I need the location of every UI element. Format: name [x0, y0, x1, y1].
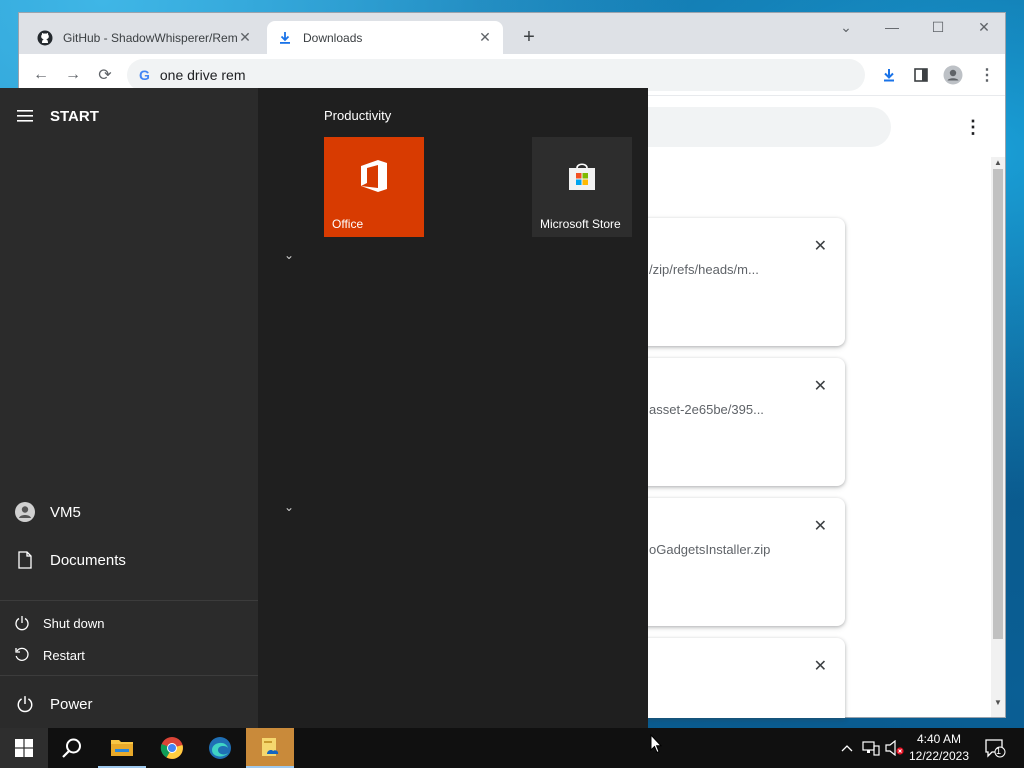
chrome-button[interactable] — [148, 728, 196, 768]
scrollbar-thumb[interactable] — [993, 169, 1003, 639]
chevron-down-icon[interactable]: ⌄ — [284, 500, 294, 514]
address-text: one drive rem — [159, 67, 246, 83]
close-window-button[interactable]: ✕ — [961, 13, 1007, 41]
clock-time: 4:40 AM — [916, 732, 962, 746]
download-filename[interactable]: oGadgetsInstaller.zip — [649, 542, 770, 557]
more-options-icon[interactable]: ⋮ — [963, 117, 983, 137]
close-icon[interactable]: ✕ — [237, 29, 253, 46]
office-icon — [324, 137, 424, 215]
file-explorer-button[interactable] — [98, 728, 146, 768]
microsoft-store-icon — [532, 137, 632, 215]
page-scrollbar[interactable]: ▲ ▼ — [991, 157, 1005, 717]
tab-strip: GitHub - ShadowWhisperer/Rem ✕ Downloads… — [19, 13, 1005, 54]
profile-icon — [943, 65, 963, 85]
tile-label: Microsoft Store — [540, 217, 621, 231]
scroll-down-icon[interactable]: ▼ — [991, 697, 1005, 709]
back-button[interactable]: ← — [29, 63, 53, 87]
action-center-button[interactable]: 1 — [980, 728, 1010, 768]
tab-search-icon[interactable]: ⌄ — [823, 13, 869, 41]
search-button[interactable] — [48, 728, 96, 768]
edge-icon — [209, 737, 231, 759]
download-icon — [884, 69, 894, 82]
close-icon[interactable]: ✕ — [814, 516, 827, 536]
google-icon: G — [139, 67, 150, 83]
clock-date: 12/22/2023 — [908, 749, 970, 763]
profile-button[interactable] — [941, 63, 965, 87]
chevron-up-icon[interactable] — [838, 728, 856, 768]
side-panel-icon — [914, 68, 928, 82]
search-icon — [62, 738, 81, 758]
minimize-button[interactable]: — — [869, 13, 915, 41]
edge-button[interactable] — [196, 728, 244, 768]
file-explorer-icon — [111, 740, 133, 756]
onedrive-setup-button[interactable] — [246, 728, 294, 768]
document-icon — [0, 551, 50, 569]
download-url[interactable]: /zip/refs/heads/m... — [649, 262, 759, 277]
tab-title: GitHub - ShadowWhisperer/Rem — [63, 30, 237, 45]
side-panel-button[interactable] — [909, 63, 933, 87]
user-account-item[interactable]: VM5 — [0, 500, 258, 524]
close-icon[interactable]: ✕ — [814, 376, 827, 396]
user-icon — [0, 502, 50, 522]
microsoft-store-tile[interactable]: Microsoft Store — [532, 137, 632, 237]
new-tab-button[interactable]: + — [517, 25, 541, 49]
restart-label: Restart — [43, 647, 85, 663]
notification-count: 1 — [996, 746, 1002, 756]
mouse-cursor-icon — [650, 733, 663, 759]
shutdown-item[interactable]: Shut down — [0, 607, 258, 639]
scroll-up-icon[interactable]: ▲ — [991, 157, 1005, 169]
close-icon[interactable]: ✕ — [477, 29, 493, 46]
close-icon[interactable]: ✕ — [814, 236, 827, 256]
menu-kebab-icon[interactable]: ⋮ — [975, 63, 999, 87]
network-icon[interactable] — [860, 728, 882, 768]
start-menu-header[interactable]: START — [0, 104, 258, 128]
documents-label: Documents — [50, 551, 126, 569]
reload-button[interactable]: ⟳ — [93, 63, 117, 87]
download-url[interactable]: asset-2e65be/395... — [649, 402, 764, 417]
chevron-down-icon[interactable]: ⌄ — [284, 248, 294, 262]
maximize-button[interactable]: ☐ — [915, 13, 961, 41]
power-label: Power — [50, 695, 93, 713]
power-button[interactable]: Power — [0, 692, 258, 716]
documents-item[interactable]: Documents — [0, 548, 258, 572]
downloads-button[interactable] — [877, 63, 901, 87]
power-icon — [0, 615, 43, 631]
restart-item[interactable]: Restart — [0, 639, 258, 671]
office-tile[interactable]: Office — [324, 137, 424, 237]
chrome-icon — [160, 737, 183, 759]
notification-icon — [985, 739, 1006, 758]
power-options-menu: Shut down Restart — [0, 600, 258, 676]
start-button[interactable] — [0, 728, 48, 768]
onedrive-setup-icon — [262, 738, 279, 756]
taskbar: 4:40 AM 12/22/2023 1 — [0, 728, 1024, 768]
tile-label: Office — [332, 217, 364, 231]
start-icon — [15, 739, 33, 757]
hamburger-icon[interactable] — [0, 110, 50, 122]
tab-github[interactable]: GitHub - ShadowWhisperer/Rem ✕ — [27, 21, 263, 54]
tile-group-title: Productivity — [324, 108, 392, 123]
tab-downloads[interactable]: Downloads ✕ — [267, 21, 503, 54]
tab-title: Downloads — [303, 30, 363, 45]
start-menu: START VM5 Documents Shut down Restart Po… — [0, 88, 648, 728]
power-icon — [0, 695, 50, 713]
restart-icon — [0, 647, 43, 663]
close-icon[interactable]: ✕ — [814, 656, 827, 676]
download-icon — [277, 30, 293, 46]
user-name: VM5 — [50, 503, 81, 521]
start-menu-rail: START VM5 Documents Shut down Restart Po… — [0, 88, 258, 728]
github-icon — [37, 30, 53, 46]
address-bar[interactable]: G one drive rem — [127, 59, 865, 91]
volume-muted-icon[interactable] — [884, 728, 906, 768]
start-title: START — [50, 107, 99, 125]
forward-button[interactable]: → — [61, 63, 85, 87]
system-clock[interactable]: 4:40 AM 12/22/2023 — [904, 731, 974, 765]
downloads-search-input[interactable] — [619, 107, 891, 147]
shutdown-label: Shut down — [43, 615, 105, 631]
